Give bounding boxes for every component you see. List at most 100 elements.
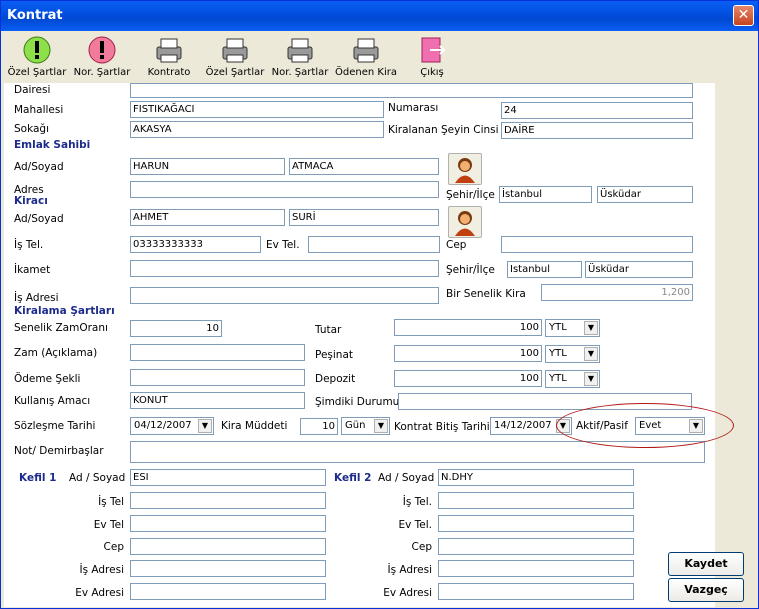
owner-last-name-field[interactable]: ATMACA <box>289 158 439 175</box>
highlight-annotation <box>556 403 734 448</box>
chevron-down-icon[interactable]: ▼ <box>374 419 388 433</box>
owner-adsoyad-label: Ad/Soyad <box>14 161 64 173</box>
tenant-last-name-field[interactable]: SURİ <box>289 209 439 226</box>
warning-green-icon <box>23 36 51 64</box>
kira-muddeti-label: Kira Müddeti <box>221 420 288 432</box>
depozit-currency-value: YTL <box>549 373 567 384</box>
close-button[interactable]: ✕ <box>733 5 754 26</box>
tenant-city-field[interactable]: Istanbul <box>507 261 582 278</box>
kefil1-isadresi-label: İş Adresi <box>79 564 124 576</box>
chevron-down-icon[interactable]: ▼ <box>584 347 598 361</box>
pesinat-currency-value: YTL <box>549 348 567 359</box>
printer-icon <box>353 38 379 63</box>
kefil1-work-phone-field[interactable] <box>130 492 326 509</box>
pesinat-label: Peşinat <box>315 349 354 361</box>
tenant-work-phone-field[interactable]: 03333333333 <box>130 236 261 253</box>
tenant-photo-button[interactable] <box>448 206 482 238</box>
kefil2-home-phone-field[interactable] <box>438 515 634 532</box>
owner-district-field[interactable]: Üsküdar <box>597 186 693 203</box>
kefil1-cep-label: Cep <box>103 541 124 553</box>
tenant-residence-field[interactable] <box>130 260 439 277</box>
simdiki-durumu-label: Şimdiki Durumu <box>315 396 400 408</box>
printer-icon <box>222 38 248 63</box>
tenant-district-field[interactable]: Üsküdar <box>585 261 693 278</box>
form-area: Dairesi Mahallesi FISTIKAĞACI Numarası 2… <box>4 83 715 607</box>
kefil2-evtel-label: Ev Tel. <box>398 519 432 531</box>
owner-address-field[interactable] <box>130 181 439 198</box>
tutar-currency-select[interactable]: YTL ▼ <box>545 319 600 337</box>
kefil2-mobile-field[interactable] <box>438 538 634 555</box>
bitis-tarihi-label: Kontrat Bitiş Tarihi <box>394 421 490 433</box>
tenant-evtel-label: Ev Tel. <box>266 239 300 251</box>
kira-muddeti-unit-select[interactable]: Gün ▼ <box>341 417 390 435</box>
numarasi-field[interactable]: 24 <box>501 102 693 119</box>
tutar-label: Tutar <box>315 324 342 336</box>
zam-aciklama-field[interactable] <box>130 344 305 361</box>
owner-city-field[interactable]: İstanbul <box>499 186 592 203</box>
kontrato-print-button[interactable]: Kontrato <box>141 35 197 81</box>
toolbar-label: Nor. Şartlar <box>73 67 131 78</box>
tenant-home-phone-field[interactable] <box>308 236 440 253</box>
sokagi-field[interactable]: AKASYA <box>130 121 384 138</box>
chevron-down-icon[interactable]: ▼ <box>584 372 598 386</box>
pesinat-field[interactable]: 100 <box>394 345 542 362</box>
ozel-sartlar-button[interactable]: Özel Şartlar <box>7 35 67 81</box>
yearly-rent-field: 1,200 <box>541 284 693 301</box>
cancel-button[interactable]: Vazgeç <box>668 578 744 602</box>
kefil2-work-address-field[interactable] <box>438 560 634 577</box>
contract-window: Kontrat ✕ Özel Şartlar Nor. Şartlar Kont… <box>0 0 759 609</box>
toolbar-label: Özel Şartlar <box>7 67 67 78</box>
kefil1-home-phone-field[interactable] <box>130 515 326 532</box>
depozit-label: Depozit <box>315 373 356 385</box>
tutar-field[interactable]: 100 <box>394 319 542 336</box>
tenant-first-name-field[interactable]: AHMET <box>130 209 285 226</box>
kefil2-evadresi-label: Ev Adresi <box>383 587 432 599</box>
kefil-2-section: Kefil 2 <box>334 472 372 484</box>
owner-first-name-field[interactable]: HARUN <box>130 158 285 175</box>
zam-orani-field[interactable]: 10 <box>130 320 222 337</box>
kiralama-sartlari-section: Kiralama Şartları <box>14 305 115 317</box>
chevron-down-icon[interactable]: ▼ <box>198 419 212 433</box>
tenant-work-address-field[interactable] <box>130 287 439 304</box>
tenant-ikamet-label: İkamet <box>14 264 51 276</box>
kefil2-home-address-field[interactable] <box>438 583 634 600</box>
dairesi-label: Dairesi <box>14 84 51 96</box>
kefil1-evadresi-label: Ev Adresi <box>75 587 124 599</box>
odeme-sekli-field[interactable] <box>130 369 305 386</box>
tenant-isadresi-label: İş Adresi <box>14 292 59 304</box>
nor-sartlar-print-button[interactable]: Nor. Şartlar <box>269 35 331 81</box>
kefil2-adsoyad-label: Ad / Soyad <box>378 472 435 484</box>
sozlesme-tarihi-picker[interactable]: 04/12/2007 ▼ <box>130 417 214 435</box>
tenant-mobile-field[interactable] <box>501 236 693 253</box>
warning-pink-icon <box>88 36 116 64</box>
depozit-field[interactable]: 100 <box>394 370 542 387</box>
pesinat-currency-select[interactable]: YTL ▼ <box>545 345 600 363</box>
kullanis-amaci-field[interactable]: KONUT <box>130 392 305 409</box>
kefil1-home-address-field[interactable] <box>130 583 326 600</box>
kefil2-work-phone-field[interactable] <box>438 492 634 509</box>
kiralanan-label: Kiralanan Şeyin Cinsi <box>388 124 499 136</box>
toolbar-label: Nor. Şartlar <box>271 67 329 78</box>
person-icon <box>455 158 475 183</box>
chevron-down-icon[interactable]: ▼ <box>584 321 598 335</box>
ozel-sartlar-print-button[interactable]: Özel Şartlar <box>204 35 266 81</box>
kefil1-evtel-label: Ev Tel <box>93 519 124 531</box>
kefil2-name-field[interactable]: N.DHY <box>438 469 634 486</box>
odenen-kira-print-button[interactable]: Ödenen Kira <box>334 35 398 81</box>
nor-sartlar-button[interactable]: Nor. Şartlar <box>71 35 133 81</box>
kefil1-name-field[interactable]: ESI <box>130 469 326 486</box>
window-title: Kontrat <box>7 8 63 23</box>
mahallesi-field[interactable]: FISTIKAĞACI <box>130 101 384 118</box>
kefil1-mobile-field[interactable] <box>130 538 326 555</box>
kefil1-work-address-field[interactable] <box>130 560 326 577</box>
senelik-kira-label: Bir Senelik Kira <box>446 288 526 300</box>
owner-photo-button[interactable] <box>448 153 482 185</box>
save-button[interactable]: Kaydet <box>668 552 744 576</box>
depozit-currency-select[interactable]: YTL ▼ <box>545 370 600 388</box>
zam-orani-label: Senelik ZamOranı <box>14 322 108 334</box>
exit-button[interactable]: Çıkış <box>414 35 450 81</box>
kiralanan-field[interactable]: DAİRE <box>501 122 693 139</box>
dairesi-field[interactable] <box>130 83 693 98</box>
kira-muddeti-field[interactable]: 10 <box>300 418 338 435</box>
zam-aciklama-label: Zam (Açıklama) <box>14 347 98 359</box>
